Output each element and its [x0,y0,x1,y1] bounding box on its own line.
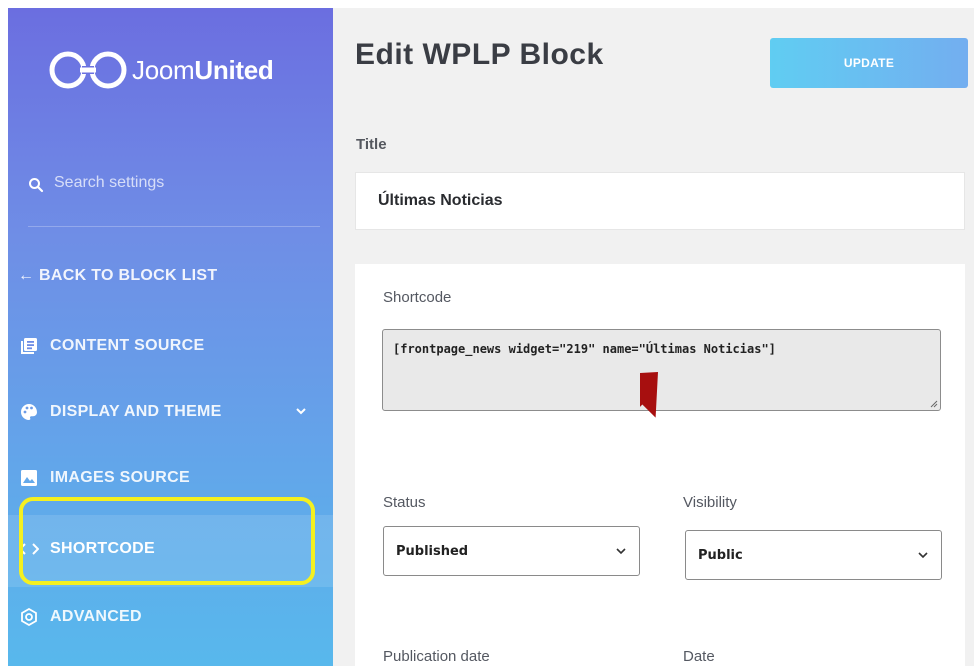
chevron-down-icon [296,408,306,415]
status-value: Published [396,543,469,559]
chevron-down-icon [918,552,928,559]
publication-date-label: Publication date [383,648,490,665]
nav-display-and-theme-label: DISPLAY AND THEME [50,403,222,420]
search-input[interactable] [54,174,304,192]
date-label: Date [683,648,715,665]
update-button[interactable]: UPDATE [770,38,968,88]
page-title: Edit WPLP Block [355,38,604,71]
highlight-annotation [19,497,315,585]
nav-back-to-block-list[interactable]: ← BACK TO BLOCK LIST [0,256,325,296]
visibility-label: Visibility [683,494,737,511]
search-icon [29,178,44,193]
title-label: Title [356,136,387,153]
joomunited-logo-icon [49,51,127,89]
shortcode-label: Shortcode [383,289,452,306]
resize-grip-icon[interactable] [930,400,938,408]
status-label: Status [383,494,426,511]
palette-icon [18,403,40,421]
content-source-icon [18,337,40,355]
brand-logo[interactable]: JoomUnited [46,50,274,90]
status-select[interactable]: Published [383,526,640,576]
brand-name: JoomUnited [132,54,274,85]
nav-display-and-theme[interactable]: DISPLAY AND THEME [0,392,325,432]
visibility-value: Public [698,547,743,563]
shortcode-value: [frontpage_news widget="219" name="Últim… [393,342,776,356]
nav-images-source-label: IMAGES SOURCE [50,469,190,486]
title-input[interactable]: Últimas Noticias [355,172,965,230]
gear-icon [18,608,40,626]
nav-images-source[interactable]: IMAGES SOURCE [0,458,325,498]
image-icon [18,469,40,487]
search-bar [28,174,320,227]
nav-back-label: ← BACK TO BLOCK LIST [18,267,218,284]
nav-content-source-label: CONTENT SOURCE [50,337,205,354]
visibility-select[interactable]: Public [685,530,942,580]
nav-advanced[interactable]: ADVANCED [0,597,325,637]
chevron-down-icon [616,548,626,555]
nav-advanced-label: ADVANCED [50,608,142,625]
nav-content-source[interactable]: CONTENT SOURCE [0,326,325,366]
annotation-arrow-icon [640,372,658,471]
